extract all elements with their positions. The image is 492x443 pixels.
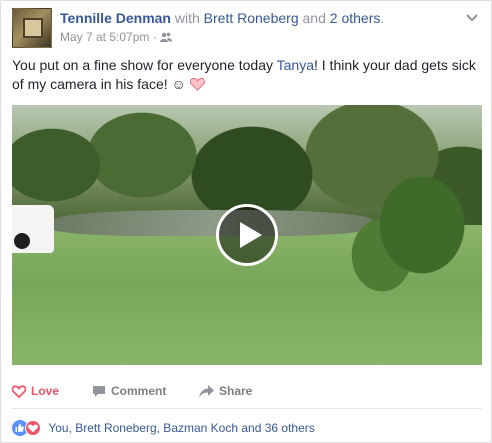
video-player[interactable] [12, 105, 482, 365]
post-actions: Love Comment Share [11, 373, 482, 409]
author-avatar[interactable] [12, 8, 52, 48]
comment-label: Comment [111, 384, 167, 398]
post-timestamp-link[interactable]: May 7 at 5:07pm [60, 30, 149, 44]
love-label: Love [31, 384, 60, 398]
friends-icon[interactable] [160, 30, 173, 42]
play-icon [240, 222, 262, 248]
play-button[interactable] [216, 204, 278, 266]
share-label: Share [219, 384, 253, 398]
comment-button[interactable]: Comment [92, 379, 166, 403]
with-text: with [174, 10, 200, 26]
post-message: You put on a fine show for everyone toda… [12, 56, 480, 94]
reactions-summary-text[interactable]: You, Brett Roneberg, Bazman Koch and 36 … [48, 421, 314, 435]
comment-icon [92, 382, 106, 406]
post-meta: May 7 at 5:07pm · [60, 29, 173, 45]
share-button[interactable]: Share [199, 379, 252, 403]
video-frame-car [12, 205, 54, 253]
message-text-start: You put on a fine show for everyone toda… [12, 57, 277, 73]
video-frame-bush [342, 145, 482, 295]
love-reaction-icon [25, 420, 41, 436]
others-link[interactable]: 2 others [330, 10, 381, 26]
and-text: and [302, 10, 326, 26]
share-icon [199, 382, 214, 406]
video-frame-wheel [14, 233, 30, 249]
heart-icon [189, 76, 205, 92]
tagged-person-link[interactable]: Brett Roneberg [204, 10, 299, 26]
love-icon [11, 382, 27, 406]
love-button[interactable]: Love [11, 379, 60, 406]
avatar-image [23, 18, 43, 38]
post-card: Tennille Denman with Brett Roneberg and … [0, 0, 492, 443]
video-frame-water [49, 210, 375, 236]
post-header: Tennille Denman with Brett Roneberg and … [12, 8, 482, 48]
chevron-down-icon[interactable] [465, 10, 479, 22]
reactions-summary[interactable]: You, Brett Roneberg, Bazman Koch and 36 … [12, 418, 482, 438]
post-author-line: Tennille Denman with Brett Roneberg and … [60, 9, 384, 27]
mention-link[interactable]: Tanya [277, 57, 314, 73]
meta-separator: · [152, 30, 157, 44]
period-text: . [380, 10, 385, 26]
author-name-link[interactable]: Tennille Denman [60, 10, 171, 26]
